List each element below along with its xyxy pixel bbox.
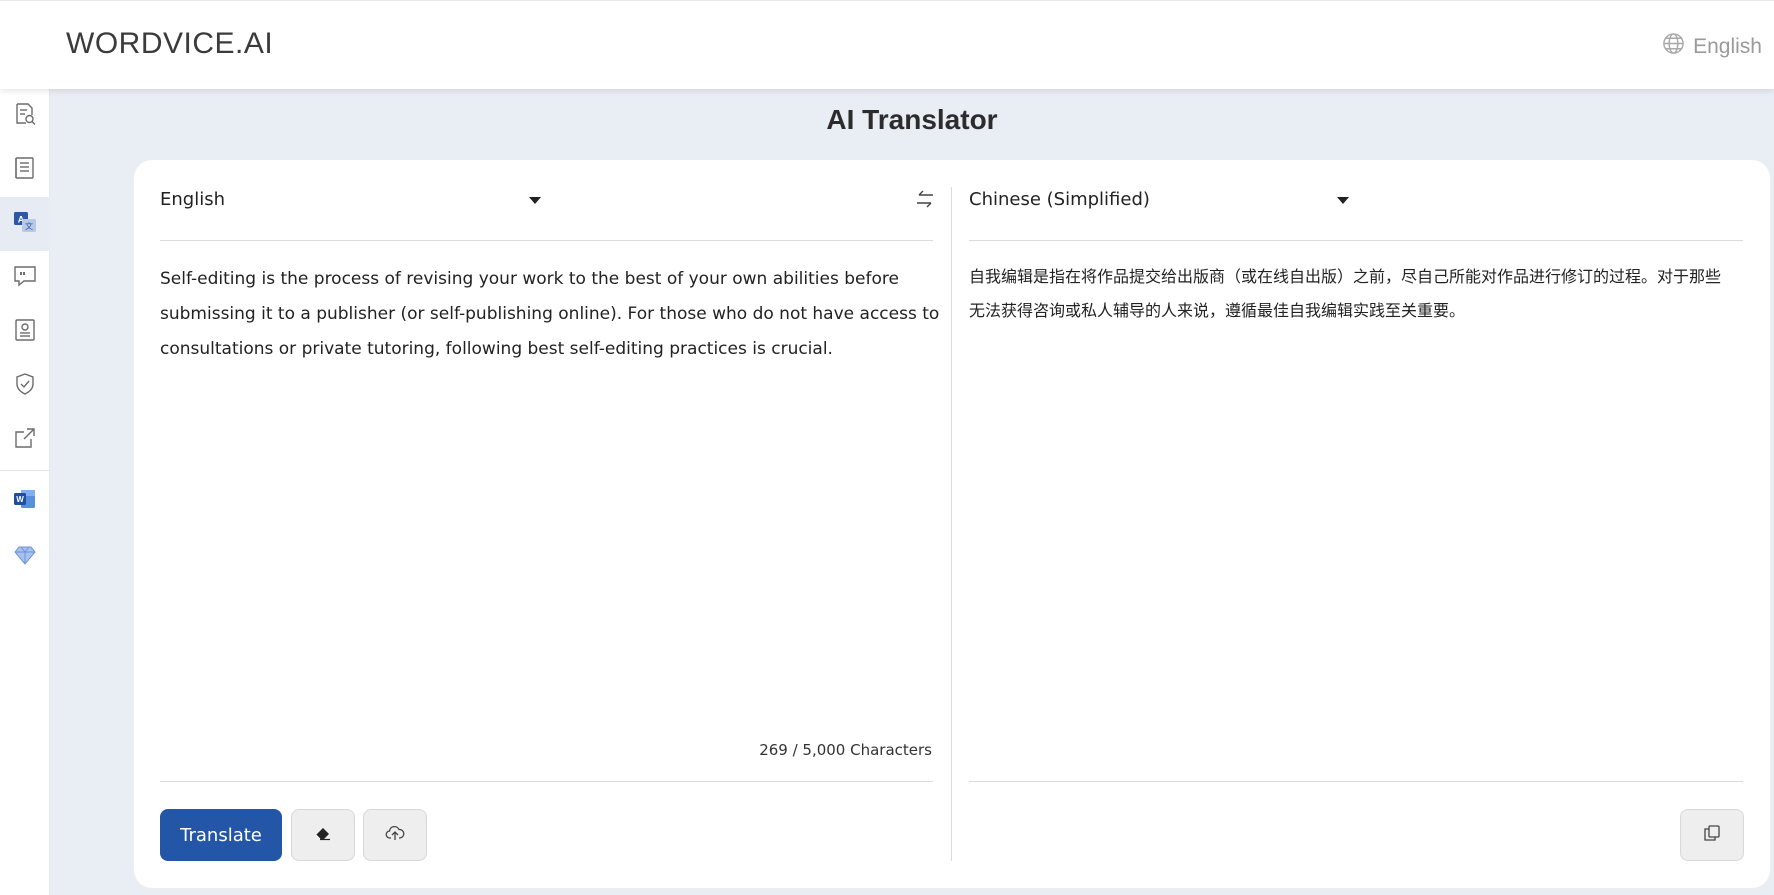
target-text-output: 自我编辑是指在将作品提交给出版商（或在线自出版）之前，尽自己所能对作品进行修订的…	[969, 267, 1722, 320]
diamond-icon	[12, 542, 38, 572]
document-search-icon	[12, 101, 38, 131]
shield-check-icon	[12, 371, 38, 401]
translate-icon: A 文	[12, 209, 38, 239]
logo-wordmark: WORDVICE	[66, 27, 235, 60]
external-link-icon	[12, 425, 38, 455]
word-app-icon: W	[12, 486, 38, 516]
chevron-down-icon	[529, 197, 541, 204]
swap-arrows-icon	[914, 190, 936, 214]
sidebar-item-external[interactable]	[0, 413, 50, 467]
document-lines-icon	[12, 155, 38, 185]
page-title: AI Translator	[826, 104, 998, 135]
svg-text:W: W	[16, 495, 24, 504]
translate-button[interactable]: Translate	[160, 809, 282, 861]
sidebar-item-paraphrase[interactable]	[0, 143, 50, 197]
upload-file-button[interactable]	[363, 809, 427, 861]
logo-suffix: .AI	[235, 27, 274, 60]
copy-translation-button[interactable]	[1680, 809, 1744, 861]
sidebar: A 文 W	[0, 89, 50, 895]
sidebar-item-ai-detector[interactable]	[0, 251, 50, 305]
sidebar-divider	[0, 470, 49, 471]
sidebar-item-word-addin[interactable]: W	[0, 474, 50, 528]
character-count: 269 / 5,000 Characters	[759, 741, 932, 759]
source-language-select[interactable]: English	[160, 186, 541, 212]
svg-text:文: 文	[25, 221, 33, 231]
target-language-select[interactable]: Chinese (Simplified)	[969, 186, 1349, 212]
sidebar-item-premium[interactable]	[0, 530, 50, 584]
ui-language-label: English	[1693, 34, 1762, 58]
quote-bubble-icon	[12, 263, 38, 293]
chevron-down-icon	[1337, 197, 1349, 204]
source-language-label: English	[160, 188, 225, 210]
copy-icon	[1702, 823, 1722, 847]
top-bar: WORDVICE.AI English	[0, 0, 1774, 89]
logo[interactable]: WORDVICE.AI	[66, 27, 273, 61]
summary-card-icon	[12, 317, 38, 347]
globe-icon	[1662, 32, 1685, 61]
sidebar-item-plagiarism[interactable]	[0, 359, 50, 413]
swap-languages-button[interactable]	[914, 188, 936, 210]
clear-text-button[interactable]	[291, 809, 355, 861]
source-header-divider	[160, 240, 933, 241]
panel-divider	[951, 187, 952, 861]
sidebar-item-translator[interactable]: A 文	[0, 197, 50, 251]
eraser-icon	[313, 823, 333, 847]
target-language-label: Chinese (Simplified)	[969, 188, 1150, 210]
source-text-input[interactable]: Self-editing is the process of revising …	[160, 262, 940, 367]
target-header-divider	[969, 240, 1743, 241]
cloud-upload-icon	[385, 823, 405, 847]
source-footer-divider	[160, 781, 933, 782]
sidebar-item-summarizer[interactable]	[0, 305, 50, 359]
ui-language-switcher[interactable]: English	[1662, 32, 1762, 61]
target-footer-divider	[969, 781, 1743, 782]
sidebar-item-grammar-check[interactable]	[0, 89, 50, 143]
